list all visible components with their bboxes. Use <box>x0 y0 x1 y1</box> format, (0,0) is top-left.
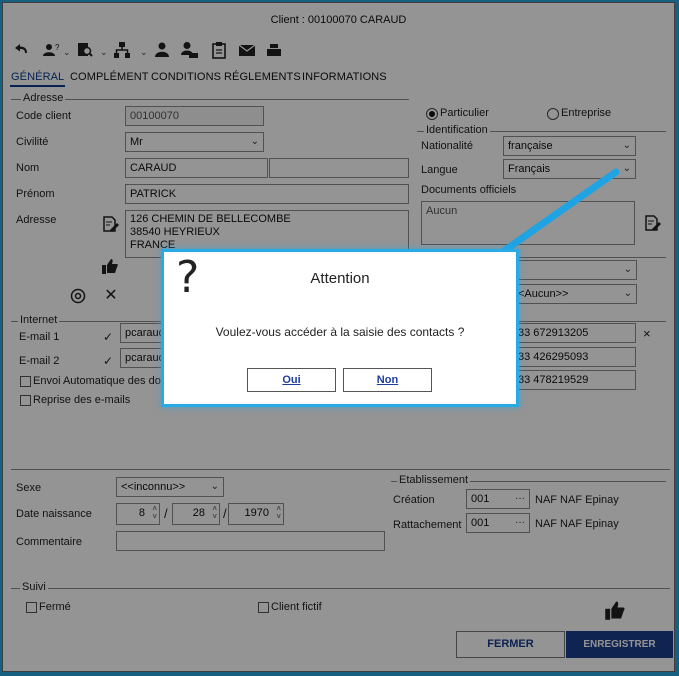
dialog-message: Voulez-vous accéder à la saisie des cont… <box>215 325 465 339</box>
oui-button[interactable]: Oui <box>247 368 336 392</box>
attention-dialog: ? Attention Voulez-vous accéder à la sai… <box>161 249 519 407</box>
dialog-title: Attention <box>310 270 370 287</box>
non-button[interactable]: Non <box>343 368 432 392</box>
